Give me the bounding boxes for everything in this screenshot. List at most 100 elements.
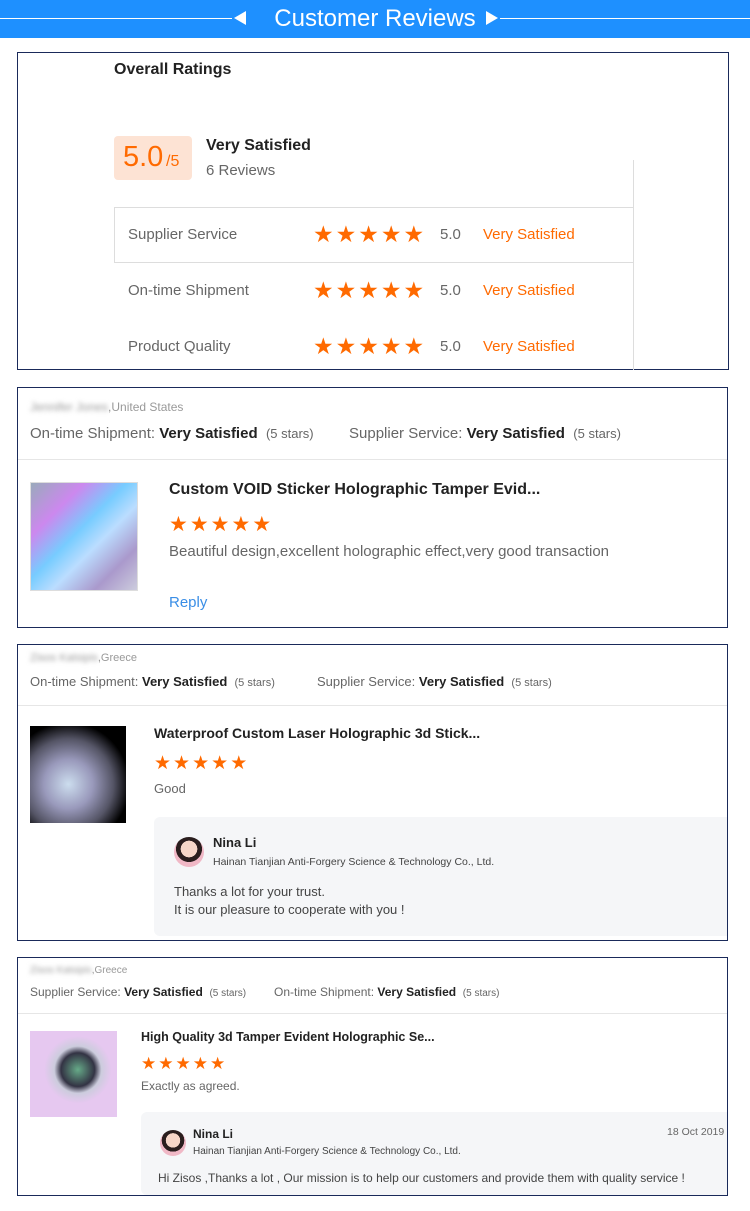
rating-row-value: 5.0 (440, 282, 461, 299)
star-icon: ★ (335, 333, 357, 359)
rating-summary: On-time Shipment: Very Satisfied (5 star… (30, 674, 275, 689)
rating-summary: On-time Shipment: Very Satisfied (5 star… (30, 425, 314, 442)
reviewer-info: Jennifer Jones,United States (30, 400, 183, 414)
reply-text: It is our pleasure to cooperate with you… (174, 902, 405, 917)
reply-date: 18 Oct 2019 (667, 1126, 725, 1138)
rating-value: Very Satisfied (377, 985, 457, 999)
review-comment: Beautiful design,excellent holographic e… (169, 543, 610, 560)
star-icon: ★ (210, 1054, 226, 1073)
star-icon: ★ (169, 513, 188, 536)
star-icon: ★ (313, 333, 334, 359)
rating-value: Very Satisfied (159, 425, 258, 442)
star-icon: ★ (380, 221, 402, 247)
reviewer-name: Jennifer Jones (30, 400, 109, 414)
star-icon: ★ (192, 1054, 208, 1073)
star-icon: ★ (403, 221, 425, 247)
rating-stars-text: (5 stars) (573, 426, 621, 441)
divider (18, 459, 727, 460)
rating-row-label: Product Quality (128, 338, 231, 355)
star-icon: ★ (231, 513, 251, 536)
score-max: /5 (166, 153, 180, 170)
reply-text: Thanks a lot for your trust. (174, 884, 326, 899)
rating-label: On-time Shipment: (274, 985, 375, 999)
star-icon: ★ (380, 277, 402, 303)
rating-label: Supplier Service: (349, 425, 463, 442)
overall-heading: Overall Ratings (114, 61, 232, 78)
rating-stars-text: (5 stars) (209, 988, 247, 999)
rating-row-value: 5.0 (440, 338, 461, 355)
rating-row-label: Supplier Service (128, 226, 238, 243)
rating-stars-text: (5 stars) (265, 426, 314, 441)
star-icon: ★ (192, 753, 210, 774)
reviewer-name: Zisos Katsipis (30, 652, 98, 664)
star-icon: ★ (189, 513, 209, 536)
avatar (160, 1130, 186, 1156)
rating-row-stars: ★ ★ ★ ★ ★ (313, 333, 424, 360)
star-icon: ★ (358, 277, 379, 303)
reviewer-country: ,Greece (91, 965, 128, 976)
rating-summary: Supplier Service: Very Satisfied (5 star… (317, 674, 552, 689)
star-icon: ★ (175, 1054, 191, 1073)
star-icon: ★ (173, 753, 191, 774)
star-icon: ★ (335, 277, 357, 303)
rating-label: On-time Shipment: (30, 425, 156, 442)
divider (18, 705, 727, 706)
rating-stars-text: (5 stars) (462, 988, 500, 999)
star-icon: ★ (358, 333, 379, 359)
review-stars: ★ ★ ★ ★ ★ (169, 512, 271, 537)
score-badge: 5.0 /5 (114, 136, 192, 180)
divider (114, 262, 634, 263)
star-icon: ★ (403, 277, 425, 303)
star-icon: ★ (158, 1054, 174, 1073)
star-icon: ★ (380, 333, 402, 359)
rating-row-stars: ★ ★ ★ ★ ★ (313, 277, 424, 304)
reply-text: Hi Zisos ,Thanks a lot , Our mission is … (158, 1171, 685, 1185)
rating-summary: On-time Shipment: Very Satisfied (5 star… (274, 985, 499, 999)
rating-row-label: On-time Shipment (128, 282, 249, 299)
review-count: 6 Reviews (206, 162, 276, 179)
avatar (174, 837, 204, 867)
replier-company: Hainan Tianjian Anti-Forgery Science & T… (193, 1146, 461, 1157)
replier-name: Nina Li (193, 1127, 234, 1141)
rating-value: Very Satisfied (124, 985, 203, 999)
star-icon: ★ (335, 221, 357, 247)
reviewer-info: Zisos Katsipis,Greece (30, 652, 137, 664)
review-stars: ★ ★ ★ ★ ★ (154, 752, 247, 775)
divider (18, 1013, 727, 1014)
reply-link[interactable]: Reply (169, 594, 207, 611)
star-icon: ★ (154, 753, 172, 774)
star-icon: ★ (230, 753, 248, 774)
rating-row-text: Very Satisfied (483, 282, 575, 299)
rating-value: Very Satisfied (142, 674, 228, 689)
divider (633, 262, 634, 370)
rating-summary: Supplier Service: Very Satisfied (5 star… (30, 985, 246, 999)
product-image[interactable] (30, 726, 126, 823)
reviewer-info: Zisos Katsipis,Greece (30, 965, 127, 976)
star-icon: ★ (313, 221, 334, 247)
product-title[interactable]: High Quality 3d Tamper Evident Holograph… (141, 1030, 435, 1044)
star-icon: ★ (403, 333, 425, 359)
star-icon: ★ (211, 753, 229, 774)
rating-row-text: Very Satisfied (483, 338, 575, 355)
star-icon: ★ (141, 1054, 157, 1073)
rating-value: Very Satisfied (418, 674, 505, 689)
replier-name: Nina Li (213, 835, 257, 850)
product-image[interactable] (30, 1031, 117, 1117)
rating-row-value: 5.0 (440, 226, 461, 243)
product-image[interactable] (30, 482, 138, 591)
rating-summary: Supplier Service: Very Satisfied (5 star… (349, 425, 621, 442)
overall-label: Very Satisfied (206, 137, 311, 154)
replier-company: Hainan Tianjian Anti-Forgery Science & T… (213, 856, 495, 868)
rating-stars-text: (5 stars) (511, 677, 552, 689)
product-title[interactable]: Waterproof Custom Laser Holographic 3d S… (154, 725, 480, 741)
star-icon: ★ (252, 513, 272, 536)
star-icon: ★ (210, 513, 230, 536)
review-stars: ★ ★ ★ ★ ★ (141, 1054, 225, 1074)
rating-label: On-time Shipment: (30, 674, 139, 689)
rating-value: Very Satisfied (466, 425, 565, 442)
rating-label: Supplier Service: (30, 985, 121, 999)
product-title[interactable]: Custom VOID Sticker Holographic Tamper E… (169, 481, 540, 499)
star-icon: ★ (313, 277, 334, 303)
rating-stars-text: (5 stars) (234, 677, 275, 689)
reviewer-country: ,Greece (97, 652, 137, 664)
